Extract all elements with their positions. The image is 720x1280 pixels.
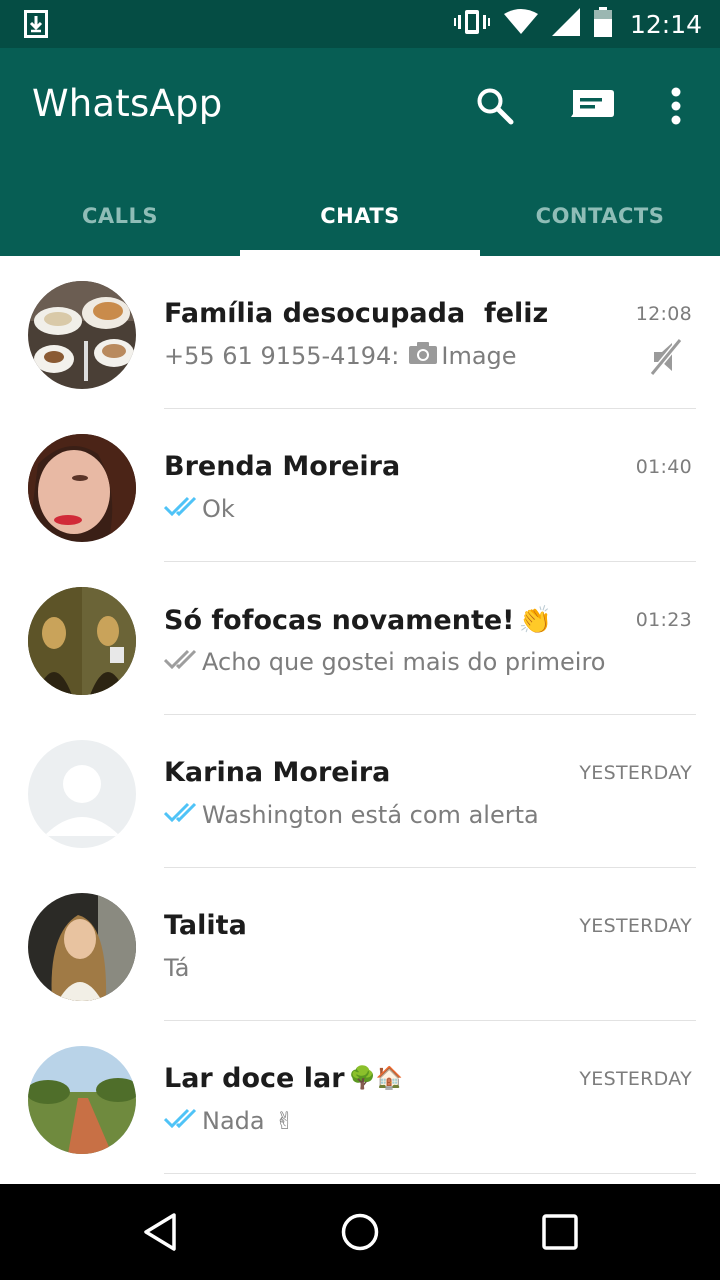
download-notification-icon (24, 10, 48, 38)
home-icon[interactable] (336, 1208, 384, 1256)
chat-body: Talita YESTERDAY Tá (164, 868, 696, 1021)
chat-time: YESTERDAY (579, 762, 692, 784)
message-sender: +55 61 9155-4194: (164, 342, 400, 370)
chat-preview: +55 61 9155-4194: Image (164, 342, 517, 370)
overflow-menu-icon[interactable] (652, 82, 700, 130)
avatar[interactable] (28, 281, 136, 389)
chat-body: Karina Moreira YESTERDAY Washington está… (163, 715, 696, 868)
camera-icon (409, 342, 438, 370)
chat-time: 12:08 (635, 303, 692, 325)
avatar[interactable] (28, 1046, 136, 1154)
chat-list: Família desocupada feliz 12:08 +55 61 91… (0, 256, 720, 1184)
chat-row-familia[interactable]: Família desocupada feliz 12:08 +55 61 91… (0, 256, 720, 409)
chat-row-lar-doce-lar[interactable]: Lar doce lar 🌳🏠 YESTERDAY Nada ✌ (0, 1021, 720, 1174)
message-text: Nada (202, 1107, 265, 1135)
tab-chats[interactable]: CHATS (240, 176, 480, 256)
message-text: Ok (202, 495, 235, 523)
new-chat-icon[interactable] (568, 82, 616, 130)
message-text: Image (441, 342, 517, 370)
search-icon[interactable] (471, 82, 519, 130)
chat-body: Só fofocas novamente! 👏 01:23 Acho que go… (163, 562, 696, 715)
avatar[interactable] (28, 740, 136, 848)
signal-icon (551, 7, 580, 41)
system-nav-bar (0, 1184, 720, 1280)
wifi-icon (503, 8, 538, 41)
delivered-ticks-icon (163, 648, 198, 676)
battery-icon (593, 6, 612, 42)
chat-name: Talita (164, 910, 247, 941)
app-title: WhatsApp (32, 82, 223, 125)
message-text: Washington está com alerta (202, 801, 539, 829)
chat-name: Karina Moreira (164, 757, 391, 788)
victory-hand-emoji: ✌ (274, 1107, 295, 1135)
chat-time: 01:23 (635, 609, 692, 631)
recents-icon[interactable] (536, 1208, 584, 1256)
clapping-emoji: 👏 (518, 605, 553, 636)
chat-time: YESTERDAY (579, 1068, 692, 1090)
read-ticks-icon (163, 495, 198, 523)
back-icon[interactable] (136, 1208, 184, 1256)
vibrate-icon (453, 8, 490, 41)
message-text: Tá (164, 954, 190, 982)
app-bar: WhatsApp CALLS CHATS CONTACTS (0, 48, 720, 256)
clock: 12:14 (629, 9, 702, 39)
chat-name: Brenda Moreira (164, 451, 401, 482)
chat-preview: Tá (164, 954, 189, 982)
chat-time: YESTERDAY (579, 915, 692, 937)
avatar[interactable] (28, 893, 136, 1001)
muted-icon (648, 338, 684, 381)
read-ticks-icon (163, 801, 198, 829)
tab-bar: CALLS CHATS CONTACTS (0, 176, 720, 256)
chat-preview: Acho que gostei mais do primeiro (163, 648, 606, 676)
tab-contacts[interactable]: CONTACTS (480, 176, 720, 256)
chat-name: Família desocupada feliz (164, 298, 549, 329)
chat-body: Brenda Moreira 01:40 Ok (163, 409, 696, 562)
chat-preview: Washington está com alerta (163, 801, 539, 829)
chat-body: Família desocupada feliz 12:08 +55 61 91… (164, 256, 696, 409)
avatar[interactable] (28, 587, 136, 695)
chat-preview: Nada ✌ (163, 1107, 295, 1135)
tab-calls[interactable]: CALLS (0, 176, 240, 256)
tree-house-emoji: 🌳🏠 (348, 1066, 404, 1091)
chat-row-karina[interactable]: Karina Moreira YESTERDAY Washington está… (0, 715, 720, 868)
chat-row-talita[interactable]: Talita YESTERDAY Tá (0, 868, 720, 1021)
status-bar: 12:14 (0, 0, 720, 48)
chat-row-brenda[interactable]: Brenda Moreira 01:40 Ok (0, 409, 720, 562)
message-text: Acho que gostei mais do primeiro (202, 648, 606, 676)
chat-body: Lar doce lar 🌳🏠 YESTERDAY Nada ✌ (163, 1021, 696, 1174)
chat-time: 01:40 (635, 456, 692, 478)
chat-name: Só fofocas novamente! 👏 (164, 604, 553, 637)
read-ticks-icon (163, 1107, 198, 1135)
chat-preview: Ok (163, 495, 235, 523)
chat-row-so-fofocas[interactable]: Só fofocas novamente! 👏 01:23 Acho que go… (0, 562, 720, 715)
avatar[interactable] (28, 434, 136, 542)
chat-name: Lar doce lar 🌳🏠 (164, 1063, 404, 1094)
